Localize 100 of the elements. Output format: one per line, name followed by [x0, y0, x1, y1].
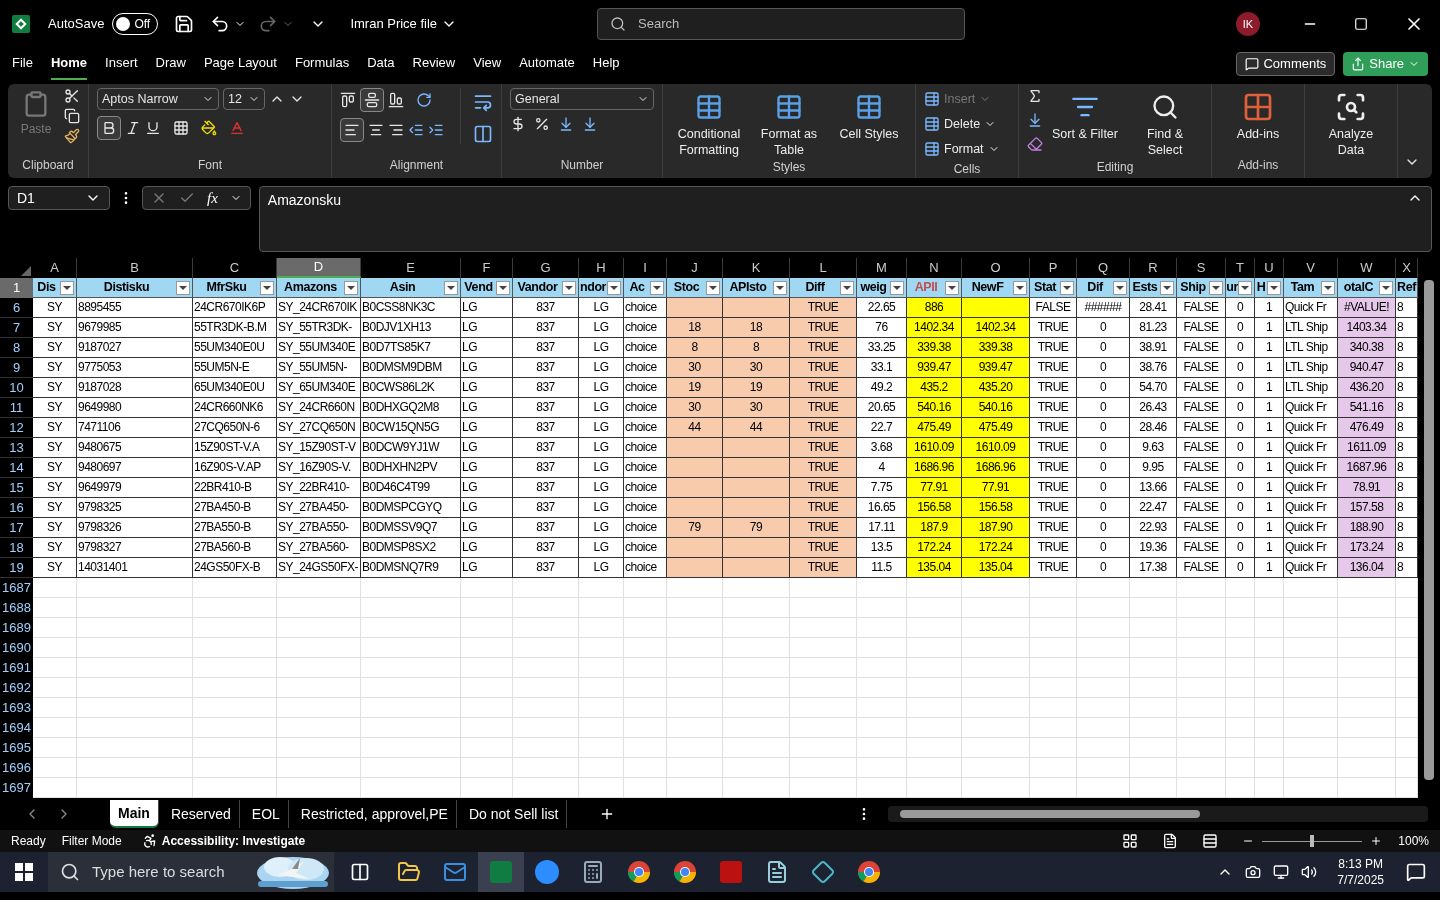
row-header[interactable]: 13 [0, 438, 33, 458]
filter-dropdown[interactable] [496, 280, 510, 295]
comments-button[interactable]: Comments [1236, 52, 1336, 76]
fill-icon[interactable] [1027, 112, 1043, 128]
row-header[interactable]: 1689 [0, 618, 33, 638]
sheet-tab[interactable]: Reserved [162, 800, 240, 828]
notepad-icon[interactable] [765, 860, 789, 884]
file-name-menu[interactable]: Imran Price file [350, 14, 458, 34]
filter-dropdown[interactable] [706, 280, 720, 295]
menu-tab[interactable]: Formulas [294, 48, 350, 80]
browser-icon[interactable] [627, 860, 651, 884]
filter-dropdown[interactable] [1013, 280, 1027, 295]
notifications-icon[interactable] [1406, 862, 1426, 882]
redo-icon[interactable] [258, 14, 279, 34]
task-view-icon[interactable] [350, 862, 370, 882]
styles-button[interactable]: Cell Styles [831, 88, 907, 142]
borders-icon[interactable] [173, 120, 189, 136]
filter-dropdown[interactable] [1209, 280, 1223, 295]
row-header[interactable]: 11 [0, 398, 33, 418]
diamond-icon[interactable] [811, 860, 835, 884]
row-header[interactable]: 1694 [0, 718, 33, 738]
restore-icon[interactable] [1354, 17, 1368, 31]
sort-filter-button[interactable]: Sort & Filter [1047, 88, 1123, 142]
row-header[interactable]: 19 [0, 558, 33, 578]
page-break-icon[interactable] [1202, 833, 1219, 849]
analyze-data-button[interactable]: Analyze Data [1313, 88, 1389, 158]
middle-align-button[interactable] [360, 88, 384, 112]
find-select-button[interactable]: Find & Select [1127, 88, 1203, 158]
menu-tab[interactable]: Review [412, 48, 456, 80]
eraser-icon[interactable] [1027, 136, 1043, 152]
font-size-field[interactable]: 12 [223, 88, 265, 110]
number-format-field[interactable]: General [510, 88, 654, 110]
underline-icon[interactable] [145, 120, 161, 136]
row-header[interactable]: 16 [0, 498, 33, 518]
top-align-icon[interactable] [340, 92, 356, 108]
row-header[interactable]: 15 [0, 478, 33, 498]
menu-tab[interactable]: View [473, 48, 502, 80]
fill-color-icon[interactable] [201, 120, 217, 136]
filter-dropdown[interactable] [1113, 280, 1127, 295]
increase-indent-icon[interactable] [428, 122, 444, 138]
cells-button[interactable]: Delete [924, 113, 1010, 135]
decrease-indent-icon[interactable] [408, 122, 424, 138]
zoom-slider-thumb[interactable] [1310, 835, 1315, 847]
merge-icon[interactable] [473, 124, 493, 144]
camera-icon[interactable] [1245, 864, 1262, 880]
row-header[interactable]: 1693 [0, 698, 33, 718]
row-header[interactable]: 10 [0, 378, 33, 398]
zoom-in-icon[interactable] [1370, 835, 1383, 847]
avatar[interactable]: IK [1236, 12, 1260, 36]
row-header[interactable]: 12 [0, 418, 33, 438]
filter-dropdown[interactable] [176, 280, 190, 295]
filter-dropdown[interactable] [840, 280, 854, 295]
sheet-tab[interactable]: Main [110, 800, 159, 828]
cells-button[interactable]: Format [924, 138, 1010, 160]
row-header[interactable]: 1696 [0, 758, 33, 778]
filter-dropdown[interactable] [260, 280, 274, 295]
styles-button[interactable]: Conditional Formatting [671, 88, 747, 158]
menu-tab[interactable]: File [12, 48, 33, 80]
taskbar-search-field[interactable]: Type here to search [48, 852, 334, 892]
column-header[interactable]: D [277, 258, 361, 278]
align-left-button[interactable] [340, 118, 364, 142]
row-header[interactable]: 18 [0, 538, 33, 558]
row-header[interactable]: 1688 [0, 598, 33, 618]
filter-dropdown[interactable] [60, 280, 74, 295]
sheet-tab[interactable]: EOL [243, 800, 289, 828]
filter-dropdown[interactable] [773, 280, 787, 295]
filter-dropdown[interactable] [562, 280, 576, 295]
percent-icon[interactable] [534, 116, 550, 132]
sheet-tab[interactable]: Restricted, approvel,PE [292, 800, 457, 828]
autosum-icon[interactable] [1027, 88, 1043, 104]
calculator-icon[interactable] [581, 860, 605, 884]
row-header[interactable]: 8 [0, 338, 33, 358]
filter-dropdown[interactable] [444, 280, 458, 295]
row-header[interactable]: 1690 [0, 638, 33, 658]
row-header[interactable]: 17 [0, 518, 33, 538]
filter-dropdown[interactable] [650, 280, 664, 295]
orientation-icon[interactable] [416, 92, 432, 108]
page-layout-icon[interactable] [1162, 833, 1179, 849]
network-icon[interactable] [1273, 864, 1290, 880]
menu-tab[interactable]: Data [367, 48, 395, 80]
wrap-text-icon[interactable] [473, 92, 493, 112]
filter-dropdown[interactable] [1379, 280, 1393, 295]
increase-decimal-icon[interactable] [558, 116, 574, 132]
styles-button[interactable]: Format as Table [751, 88, 827, 158]
save-icon[interactable] [174, 14, 195, 34]
search-field[interactable]: Search [597, 8, 966, 40]
accessibility-status[interactable]: Accessibility: Investigate [161, 832, 306, 850]
sheet-tab[interactable]: Do not Sell list [460, 800, 568, 828]
row-header[interactable]: 1692 [0, 678, 33, 698]
filter-dropdown[interactable] [1321, 280, 1335, 295]
filter-dropdown[interactable] [890, 280, 904, 295]
font-color-icon[interactable] [229, 120, 245, 136]
row-header[interactable]: 7 [0, 318, 33, 338]
row-header[interactable]: 1 [0, 278, 33, 298]
video-app-icon[interactable] [535, 860, 559, 884]
row-header[interactable]: 14 [0, 458, 33, 478]
filter-dropdown[interactable] [1160, 280, 1174, 295]
filter-dropdown[interactable] [1267, 280, 1281, 295]
align-right-icon[interactable] [388, 122, 404, 138]
copy-icon[interactable] [64, 108, 80, 124]
